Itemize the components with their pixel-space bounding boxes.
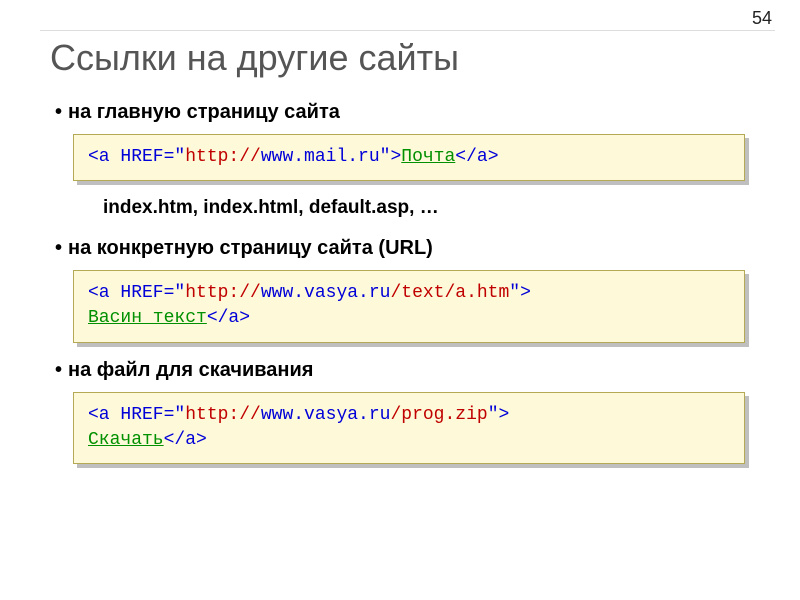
code-example-1: <a HREF="http://www.mail.ru">Почта</a> — [73, 134, 745, 181]
code-url-path: /prog.zip — [390, 405, 487, 425]
code-url-host: www.mail.ru — [261, 147, 380, 167]
code-tag-close: </a> — [207, 308, 250, 328]
code-tag-mid: "> — [380, 147, 402, 167]
code-tag-close: </a> — [455, 147, 498, 167]
code-link-text: Васин текст — [88, 308, 207, 328]
code-example-2: <a HREF="http://www.vasya.ru/text/a.htm"… — [73, 270, 745, 342]
section-heading-download: на файл для скачивания — [55, 359, 765, 382]
code-tag-close: </a> — [164, 430, 207, 450]
code-tag-open: <a HREF=" — [88, 147, 185, 167]
code-tag-open: <a HREF=" — [88, 405, 185, 425]
divider — [40, 30, 775, 31]
code-url-host: www.vasya.ru — [261, 405, 391, 425]
code-url-protocol: http:// — [185, 147, 261, 167]
code-link-text: Почта — [401, 147, 455, 167]
slide-title: Ссылки на другие сайты — [50, 37, 765, 79]
index-files-note: index.htm, index.html, default.asp, … — [103, 197, 765, 219]
page-number: 54 — [752, 8, 772, 29]
code-link-text: Скачать — [88, 430, 164, 450]
code-url-host: www.vasya.ru — [261, 283, 391, 303]
code-url-path: /text/a.htm — [390, 283, 509, 303]
section-heading-main-page: на главную страницу сайта — [55, 101, 765, 124]
code-tag-mid: "> — [509, 283, 531, 303]
code-tag-mid: "> — [488, 405, 510, 425]
code-example-3: <a HREF="http://www.vasya.ru/prog.zip"> … — [73, 392, 745, 464]
slide-content: Ссылки на другие сайты на главную страни… — [0, 0, 800, 500]
section-heading-url: на конкретную страницу сайта (URL) — [55, 237, 765, 260]
code-tag-open: <a HREF=" — [88, 283, 185, 303]
code-url-protocol: http:// — [185, 283, 261, 303]
code-url-protocol: http:// — [185, 405, 261, 425]
